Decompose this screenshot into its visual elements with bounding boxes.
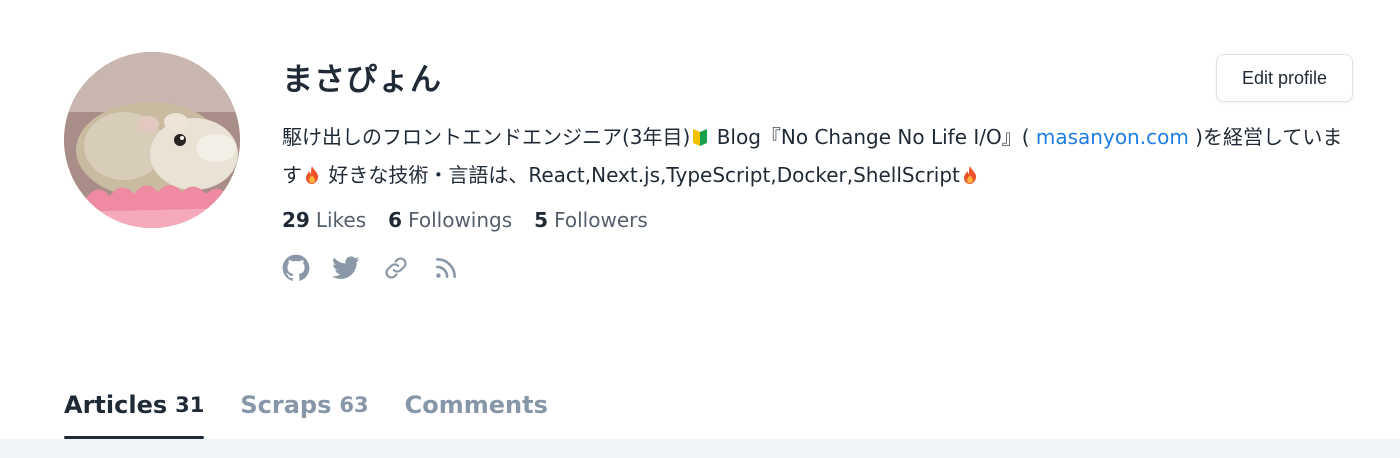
avatar [64, 52, 240, 228]
tab-label: Articles [64, 391, 168, 419]
stat-followings[interactable]: 6 Followings [388, 208, 512, 232]
edit-profile-button[interactable]: Edit profile [1216, 54, 1353, 102]
rss-icon[interactable] [432, 254, 460, 282]
tab-count: 63 [339, 393, 369, 417]
bio-text-2: Blog『No Change No Life I/O』( [710, 125, 1036, 149]
profile-stats: 29 Likes 6 Followings 5 Followers [282, 208, 1362, 232]
tab-articles[interactable]: Articles 31 [64, 384, 205, 439]
tab-comments[interactable]: Comments [405, 384, 548, 439]
fire-icon [306, 166, 319, 184]
bio-link[interactable]: masanyon.com [1036, 125, 1189, 149]
stat-count: 6 [388, 208, 403, 232]
link-icon[interactable] [382, 254, 410, 282]
content-background [0, 439, 1400, 458]
profile-info: まさぴょん 駆け出しのフロントエンドエンジニア(3年目) Blog『No Cha… [282, 54, 1362, 282]
bio-text-4: 好きな技術・言語は、React,Next.js,TypeScript,Docke… [322, 163, 960, 187]
stat-likes[interactable]: 29 Likes [282, 208, 366, 232]
tab-label: Scraps [240, 391, 332, 419]
profile-tabs: Articles 31 Scraps 63 Comments [64, 384, 548, 439]
social-links [282, 254, 1362, 282]
bio-text-1: 駆け出しのフロントエンドエンジニア(3年目) [282, 125, 691, 149]
twitter-icon[interactable] [332, 254, 360, 282]
stat-followers[interactable]: 5 Followers [534, 208, 648, 232]
github-icon[interactable] [282, 254, 310, 282]
beginner-badge-icon [693, 129, 708, 146]
stat-label: Followers [554, 208, 648, 232]
profile-bio: 駆け出しのフロントエンドエンジニア(3年目) Blog『No Change No… [282, 118, 1352, 194]
tab-count: 31 [175, 393, 205, 417]
tab-label: Comments [404, 391, 548, 419]
stat-label: Followings [408, 208, 513, 232]
stat-label: Likes [315, 208, 367, 232]
stat-count: 5 [534, 208, 549, 232]
fire-icon [963, 166, 977, 184]
profile-name: まさぴょん [282, 62, 442, 98]
stat-count: 29 [282, 208, 310, 232]
tab-scraps[interactable]: Scraps 63 [240, 384, 368, 439]
